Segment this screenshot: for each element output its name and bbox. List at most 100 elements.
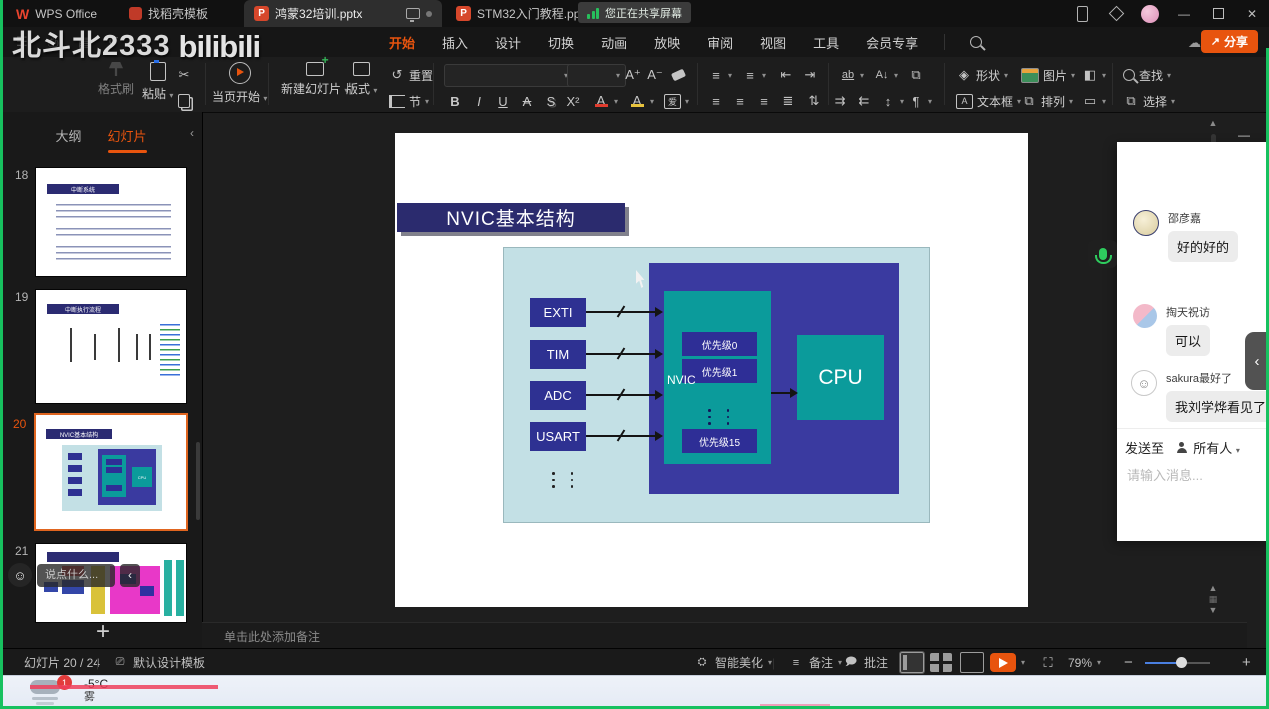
font-size-select[interactable]: ▾ bbox=[567, 64, 626, 87]
reset-button[interactable]: ↺重置 bbox=[389, 65, 433, 85]
play-dropdown[interactable]: ▾ bbox=[1021, 649, 1025, 676]
bullets-button[interactable]: ≡▾ bbox=[708, 65, 732, 85]
arrange-button[interactable]: ⧉排列▾ bbox=[1021, 91, 1073, 111]
shrink-font-button[interactable]: A⁻ bbox=[646, 65, 664, 85]
close-button[interactable]: ✕ bbox=[1235, 0, 1269, 27]
cpu-box[interactable]: CPU bbox=[797, 335, 884, 420]
menu-item-design[interactable]: 设计 bbox=[494, 27, 522, 58]
menu-search-icon[interactable] bbox=[970, 36, 982, 48]
doc-tab-2[interactable]: P STM32入门教程.pptx bbox=[446, 0, 600, 27]
comments-toggle-button[interactable]: 🗩 批注 bbox=[843, 649, 888, 676]
hamburger-icon[interactable]: ☰ bbox=[16, 34, 28, 50]
user-avatar[interactable] bbox=[1133, 0, 1167, 27]
priority-box-15[interactable]: 优先级15 bbox=[682, 429, 757, 453]
superscript-button[interactable]: X² bbox=[564, 91, 582, 111]
weather-widget[interactable]: 1 -5°C 雾 bbox=[30, 678, 108, 704]
slide-size-button[interactable]: ▭▾ bbox=[1082, 91, 1106, 111]
cut-button[interactable]: ✂ bbox=[176, 65, 192, 85]
notes-toggle-button[interactable]: ≡ 备注 ▾ bbox=[788, 649, 842, 676]
priority-box-0[interactable]: 优先级0 bbox=[682, 332, 757, 356]
undo-icon[interactable]: ↺ bbox=[108, 34, 119, 50]
menu-item-member[interactable]: 会员专享 bbox=[865, 27, 919, 58]
device-icon[interactable] bbox=[1065, 0, 1099, 27]
convert-to-text-button[interactable]: ⧉ bbox=[908, 65, 924, 85]
nvic-container-box[interactable]: 优先级0 优先级1 优先级15 NVIC CPU bbox=[649, 263, 899, 494]
slide-nav-grid-icon[interactable]: ▦ bbox=[1208, 594, 1218, 605]
maximize-button[interactable] bbox=[1201, 0, 1235, 27]
menu-item-insert[interactable]: 插入 bbox=[441, 27, 469, 58]
smart-beautify-button[interactable]: ⛭ 智能美化 ▾ bbox=[694, 649, 772, 676]
emoji-button[interactable]: ☺ bbox=[8, 563, 32, 587]
danmaku-input[interactable] bbox=[43, 568, 109, 582]
slide-thumbnail-20[interactable]: NVIC基本结构 CPU bbox=[36, 415, 186, 529]
chat-input[interactable] bbox=[1125, 467, 1259, 484]
danmaku-collapse-button[interactable]: ‹ bbox=[120, 564, 140, 587]
danmaku-field[interactable] bbox=[37, 564, 115, 587]
slides-tab[interactable]: 幻灯片 bbox=[108, 126, 147, 145]
panel-collapse-icon[interactable]: ‹ bbox=[190, 126, 194, 140]
save-icon[interactable]: ⎙ bbox=[48, 34, 58, 50]
new-slide-button[interactable]: 新建幻灯片 ▾ bbox=[281, 62, 348, 97]
shapes-button[interactable]: ◈形状▾ bbox=[956, 65, 1008, 85]
copy-button[interactable] bbox=[178, 91, 190, 111]
align-left-button[interactable]: ≡ bbox=[708, 91, 724, 111]
workspace-icon[interactable] bbox=[1099, 0, 1133, 27]
paragraph-button[interactable]: ¶▾ bbox=[908, 91, 932, 111]
fill-button[interactable]: ◧▾ bbox=[1082, 65, 1106, 85]
slide-thumbnail-19[interactable]: 中断执行流程 bbox=[36, 290, 186, 403]
select-button[interactable]: ⧉选择▾ bbox=[1123, 91, 1175, 111]
underline-button[interactable]: U bbox=[494, 91, 512, 111]
slideshow-play-button[interactable] bbox=[990, 649, 1016, 676]
section-button[interactable]: 节▾ bbox=[389, 91, 429, 111]
strikethrough-button[interactable]: A bbox=[518, 91, 536, 111]
phonetic-guide-button[interactable]: 爱▾ bbox=[664, 91, 689, 111]
normal-view-button[interactable] bbox=[900, 649, 924, 676]
indent-less-button[interactable]: ⇇ bbox=[856, 91, 872, 111]
play-from-current-button[interactable]: 当页开始 ▾ bbox=[212, 62, 267, 105]
paste-button[interactable]: 粘贴 ▾ bbox=[142, 62, 173, 102]
print-icon[interactable]: ▤ bbox=[78, 34, 90, 50]
highlight-color-button[interactable]: A ▾ bbox=[628, 91, 654, 111]
line-spacing-button[interactable]: ↕▾ bbox=[880, 91, 904, 111]
textbox-button[interactable]: A文本框▾ bbox=[956, 91, 1021, 111]
clear-format-button[interactable] bbox=[672, 65, 685, 85]
distribute-button[interactable]: ⇅ bbox=[806, 91, 822, 111]
outline-tab[interactable]: 大纲 bbox=[55, 126, 81, 145]
peripheral-box-tim[interactable]: TIM bbox=[530, 340, 586, 369]
decrease-indent-button[interactable]: ⇤ bbox=[778, 65, 794, 85]
font-color-button[interactable]: A ▾ bbox=[592, 91, 618, 111]
italic-button[interactable]: I bbox=[470, 91, 488, 111]
next-slide-button[interactable]: ▼ bbox=[1208, 605, 1218, 616]
peripheral-box-adc[interactable]: ADC bbox=[530, 381, 586, 410]
menu-item-transition[interactable]: 切换 bbox=[547, 27, 575, 58]
char-spacing-button[interactable]: ab▾ bbox=[840, 65, 864, 85]
shadow-button[interactable]: S bbox=[542, 91, 560, 111]
zoom-level[interactable]: 79%▾ bbox=[1068, 649, 1101, 676]
font-family-select[interactable]: ▾ bbox=[444, 64, 574, 87]
align-right-button[interactable]: ≡ bbox=[756, 91, 772, 111]
panel-scrollbar-thumb[interactable] bbox=[196, 442, 200, 520]
add-slide-button[interactable]: + bbox=[86, 617, 120, 647]
reading-view-button[interactable] bbox=[960, 649, 984, 676]
zoom-out-button[interactable]: − bbox=[1124, 649, 1133, 676]
menu-item-tools[interactable]: 工具 bbox=[812, 27, 840, 58]
grow-font-button[interactable]: A⁺ bbox=[624, 65, 642, 85]
audience-selector[interactable]: 所有人 bbox=[1193, 441, 1232, 456]
bold-button[interactable]: B bbox=[446, 91, 464, 111]
chat-minimize-icon[interactable]: — bbox=[1238, 128, 1250, 142]
zoom-in-button[interactable]: + bbox=[1242, 649, 1251, 676]
align-center-button[interactable]: ≡ bbox=[732, 91, 748, 111]
indent-more-button[interactable]: ⇉ bbox=[832, 91, 848, 111]
wps-home-tab[interactable]: W WPS Office bbox=[6, 0, 107, 27]
prev-slide-button[interactable]: ▲ bbox=[1208, 583, 1218, 594]
menu-item-review[interactable]: 审阅 bbox=[706, 27, 734, 58]
menu-item-view[interactable]: 视图 bbox=[759, 27, 787, 58]
zoom-slider-knob[interactable] bbox=[1176, 657, 1187, 668]
floating-mic-button[interactable] bbox=[1088, 240, 1117, 268]
diagram-background[interactable]: EXTI TIM ADC USART 优先级0 优先级1 优先级15 NVIC … bbox=[503, 247, 930, 523]
fit-window-button[interactable]: ⛶ bbox=[1040, 649, 1056, 676]
notes-bar[interactable]: 单击此处添加备注 bbox=[202, 622, 1247, 649]
peripheral-box-usart[interactable]: USART bbox=[530, 422, 586, 451]
increase-indent-button[interactable]: ⇥ bbox=[802, 65, 818, 85]
menu-item-home[interactable]: 开始 bbox=[388, 27, 416, 58]
